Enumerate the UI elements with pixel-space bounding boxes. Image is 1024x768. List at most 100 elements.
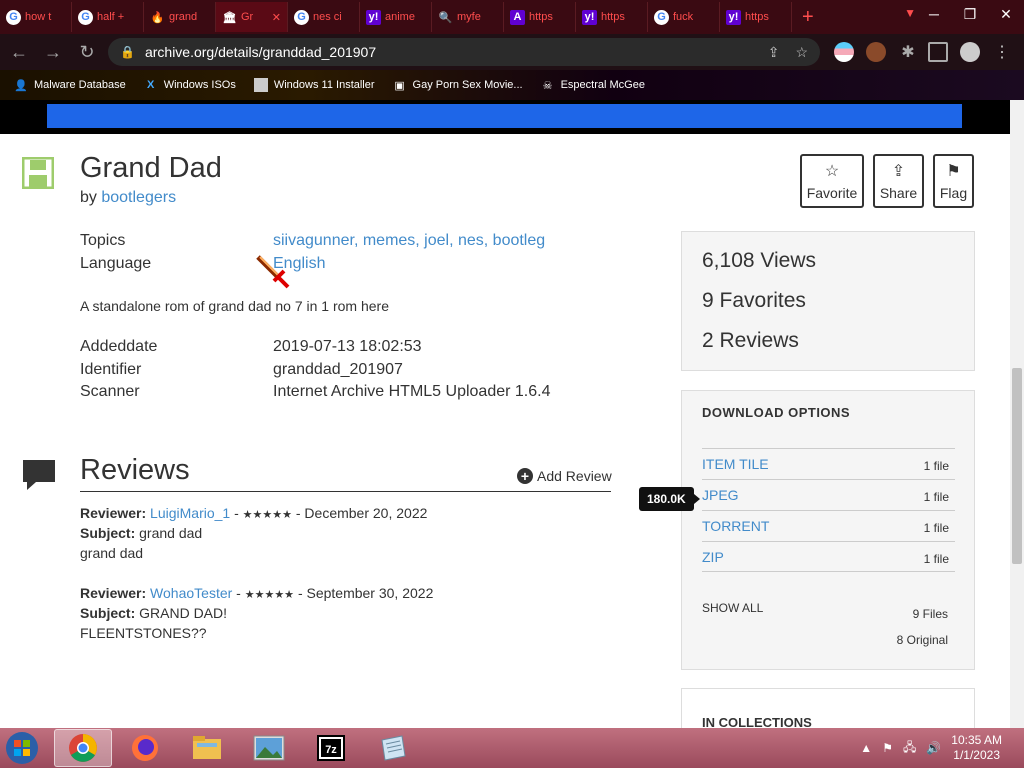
start-button[interactable]	[0, 729, 44, 767]
taskbar-notepad[interactable]	[364, 729, 422, 767]
browser-tab[interactable]: 🔍 myfe	[432, 2, 504, 32]
show-hidden-icons[interactable]: ▲	[860, 741, 872, 755]
tab-label: half +	[97, 11, 125, 23]
tab-label: grand	[169, 11, 198, 23]
archive-icon: 🏛	[222, 11, 237, 24]
byline: by bootlegers	[80, 189, 177, 206]
tab-label: nes ci	[313, 11, 342, 23]
tab-label: https	[745, 11, 769, 23]
collections-heading: IN COLLECTIONS	[702, 715, 812, 728]
close-icon[interactable]: ✕	[988, 0, 1024, 28]
language-label: Language	[80, 255, 152, 272]
browser-tab[interactable]: Gnes ci	[288, 2, 360, 32]
sidebar-icon[interactable]	[928, 42, 948, 62]
new-tab-icon[interactable]: +	[792, 6, 824, 29]
taskbar-firefox[interactable]	[116, 729, 174, 767]
total-files: 9 Files	[912, 607, 948, 621]
browser-tab[interactable]: y! https	[576, 2, 648, 32]
address-bar[interactable]: 🔒 archive.org/details/granddad_201907 ⇪ …	[108, 38, 820, 66]
add-review-button[interactable]: + Add Review	[517, 468, 612, 484]
review-meta: Reviewer: LuigiMario_1 - ★★★★★ - Decembe…	[80, 505, 428, 521]
browser-tab-active[interactable]: 🏛 Gr ✕	[216, 2, 288, 32]
share-icon: ⇪	[891, 163, 906, 180]
photo-viewer-icon	[253, 735, 285, 761]
reload-icon[interactable]: ↻	[72, 37, 102, 67]
scanner-label: Scanner	[80, 383, 140, 400]
chevron-down-icon[interactable]: ▼	[904, 6, 916, 20]
speech-bubble-icon	[23, 460, 55, 490]
topics-links[interactable]: siivagunner, memes, joel, nes, bootleg	[273, 232, 545, 250]
minimize-icon[interactable]: ─	[916, 0, 952, 28]
profile-icon[interactable]	[960, 42, 980, 62]
download-link[interactable]: ITEM TILE	[702, 456, 769, 472]
taskbar-chrome[interactable]	[54, 729, 112, 767]
network-icon[interactable]: 🖧	[903, 738, 916, 759]
download-row: ZIP 1 file	[702, 541, 955, 572]
tab-label: Gr	[241, 11, 254, 23]
action-center-flag-icon[interactable]: ⚑	[882, 741, 893, 755]
review-stars: ★★★★★	[244, 589, 295, 601]
download-link[interactable]: TORRENT	[702, 518, 769, 534]
taskbar-7zip[interactable]: 7z	[302, 729, 360, 767]
toolbar: ← → ↻ 🔒 archive.org/details/granddad_201…	[0, 34, 1024, 70]
collections-box: IN COLLECTIONS	[681, 688, 975, 728]
clock[interactable]: 10:35 AM 1/1/2023	[951, 733, 1002, 763]
share-page-icon[interactable]: ⇪	[768, 44, 780, 61]
reviewer-link[interactable]: WohaoTester	[150, 585, 232, 601]
bookmark-star-icon[interactable]: ☆	[795, 44, 808, 61]
tab-label: fuck	[673, 11, 694, 23]
scrollbar-thumb[interactable]	[1012, 368, 1022, 564]
google-icon: G	[78, 9, 93, 25]
browser-tab[interactable]: Ghow t	[0, 2, 72, 32]
browser-tab[interactable]: y! anime	[360, 2, 432, 32]
share-button[interactable]: ⇪ Share	[873, 154, 924, 208]
file-size-tooltip: 180.0K	[639, 487, 700, 511]
chrome-icon	[69, 734, 97, 762]
plus-icon: +	[517, 468, 533, 484]
extension-avatar-icon[interactable]	[866, 42, 886, 62]
show-all-link[interactable]: SHOW ALL	[702, 601, 763, 615]
windows-logo-icon	[6, 732, 38, 764]
yahoo-icon: y!	[582, 9, 597, 25]
extension-flag-icon[interactable]	[834, 42, 854, 62]
bookmark-item[interactable]: ▣ Gay Porn Sex Movie...	[393, 78, 522, 92]
flag-button[interactable]: ⚑ Flag	[933, 154, 974, 208]
author-link[interactable]: bootlegers	[101, 189, 176, 206]
browser-tab[interactable]: Gfuck	[648, 2, 720, 32]
forward-icon[interactable]: →	[38, 37, 68, 67]
download-link[interactable]: JPEG	[702, 487, 739, 503]
bookmark-item[interactable]: X Windows ISOs	[144, 78, 236, 92]
browser-tab[interactable]: Ghalf +	[72, 2, 144, 32]
close-tab-icon[interactable]: ✕	[272, 11, 281, 24]
download-link[interactable]: ZIP	[702, 549, 724, 565]
back-icon[interactable]: ←	[4, 37, 34, 67]
software-disk-icon	[22, 157, 54, 189]
stats-box: 6,108 Views 9 Favorites 2 Reviews	[681, 231, 975, 371]
reviewer-link[interactable]: LuigiMario_1	[150, 505, 230, 521]
bookmark-item[interactable]: ☠ Espectral McGee	[541, 78, 645, 92]
flag-icon: ⚑	[946, 163, 961, 180]
page-scrollbar[interactable]	[1010, 100, 1024, 728]
taskbar-explorer[interactable]	[178, 729, 236, 767]
review-subject: Subject: grand dad	[80, 525, 203, 541]
page-content: Grand Dad by bootlegers ☆ Favorite ⇪ Share…	[0, 100, 1024, 728]
bookmark-item[interactable]: 👤 Malware Database	[14, 78, 126, 92]
taskbar-photos[interactable]	[240, 729, 298, 767]
browser-tab[interactable]: Ahttps	[504, 2, 576, 32]
tab-label: how t	[25, 11, 52, 23]
restore-icon[interactable]: ❐	[952, 0, 988, 28]
addeddate-label: Addeddate	[80, 338, 158, 355]
reviews-link[interactable]: 2 Reviews	[702, 329, 799, 353]
system-tray: ▲ ⚑ 🖧 🔊 10:35 AM 1/1/2023	[860, 728, 1002, 768]
extensions-puzzle-icon[interactable]: ✱	[898, 42, 918, 62]
review-body: FLEENTSTONES??	[80, 625, 207, 641]
top-banner	[0, 100, 1010, 134]
browser-tab[interactable]: y! https	[720, 2, 792, 32]
tab-strip: Ghow t Ghalf + 🔥 grand 🏛 Gr ✕ Gnes ci y! ani…	[0, 0, 1024, 34]
review-body: grand dad	[80, 545, 144, 561]
browser-tab[interactable]: 🔥 grand	[144, 2, 216, 32]
volume-icon[interactable]: 🔊	[926, 741, 941, 755]
menu-icon[interactable]: ⋮	[992, 42, 1012, 62]
bookmark-item[interactable]: Windows 11 Installer	[253, 78, 375, 92]
favorite-button[interactable]: ☆ Favorite	[800, 154, 864, 208]
